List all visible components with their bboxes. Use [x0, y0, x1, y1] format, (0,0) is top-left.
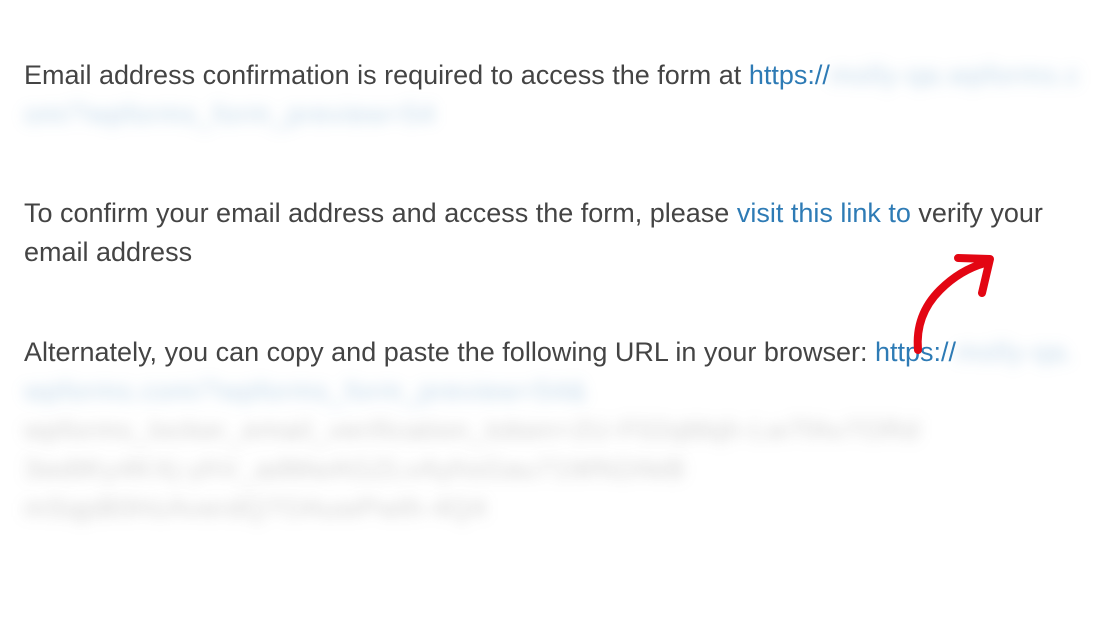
blurred-url-part3: 3wdtKy4KXj-yhV_adMwAGZLvAyhsGau71WN2AkB	[24, 454, 685, 484]
url-prefix: https://	[749, 60, 830, 90]
url-prefix-2: https://	[875, 337, 956, 367]
paragraph-confirmation-required: Email address confirmation is required t…	[24, 56, 1092, 134]
verify-email-link[interactable]: visit this link to	[737, 198, 911, 228]
text-before-link: To confirm your email address and access…	[24, 198, 737, 228]
blurred-url-part2: wpforms_locker_email_verification_token=…	[24, 415, 920, 445]
blurred-url-part4: mSqpB0HzAverdQ7OAuwPwth-4Q4	[24, 493, 487, 523]
paragraph-alternate-url: Alternately, you can copy and paste the …	[24, 333, 1092, 529]
text-alternate: Alternately, you can copy and paste the …	[24, 337, 875, 367]
paragraph-confirm-instructions: To confirm your email address and access…	[24, 194, 1092, 272]
text-intro: Email address confirmation is required t…	[24, 60, 749, 90]
